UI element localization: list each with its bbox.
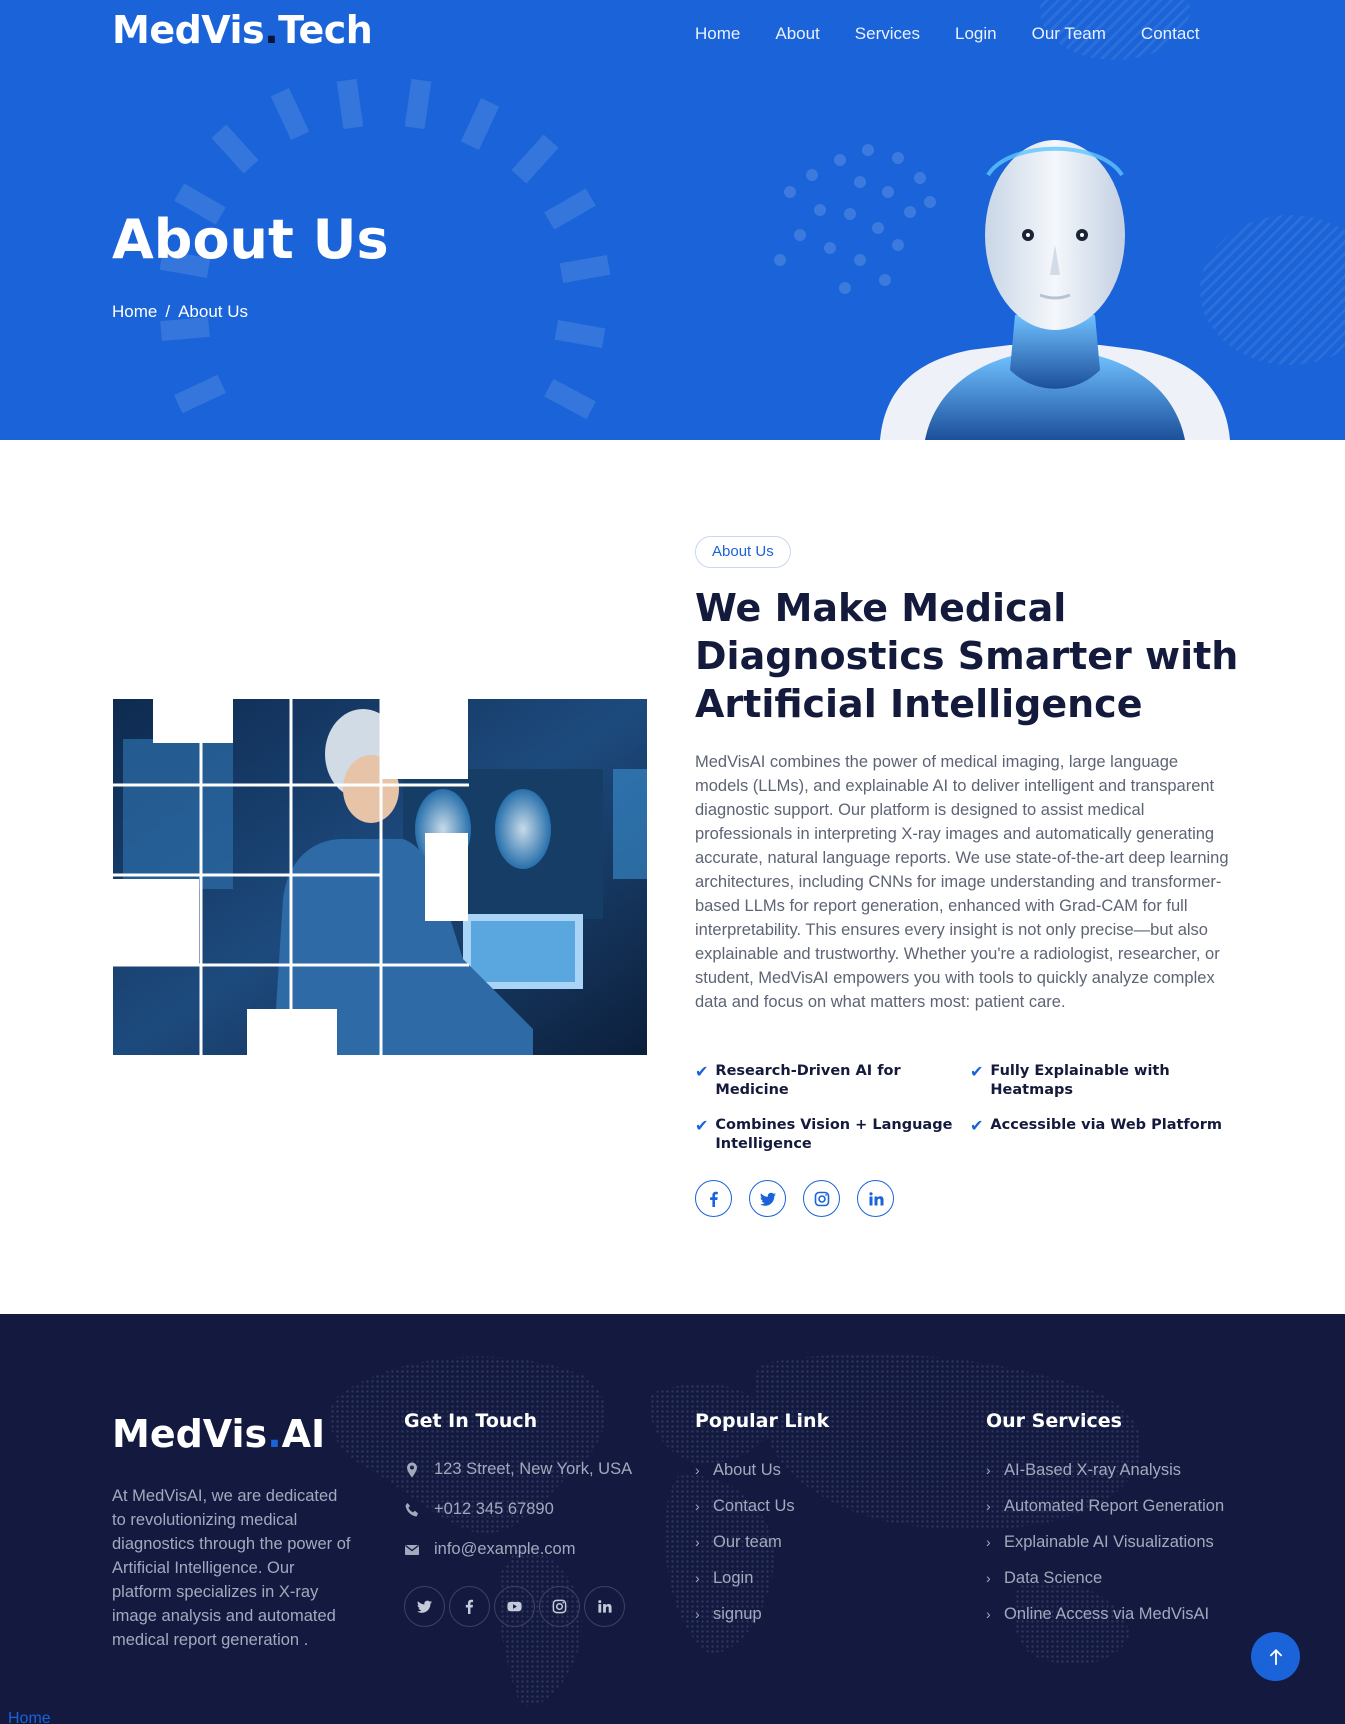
popular-link-list: › About Us › Contact Us › Our team › Login ›… bbox=[695, 1458, 795, 1638]
page-title: About Us bbox=[112, 208, 389, 271]
about-social-links bbox=[695, 1180, 894, 1217]
chevron-right-icon: › bbox=[986, 1498, 991, 1514]
twitter-icon[interactable] bbox=[749, 1180, 786, 1217]
footer-link-login[interactable]: › Login bbox=[695, 1566, 795, 1590]
back-to-top-button[interactable] bbox=[1251, 1632, 1300, 1681]
chevron-right-icon: › bbox=[695, 1570, 700, 1586]
chevron-right-icon: › bbox=[695, 1498, 700, 1514]
breadcrumb-current: About Us bbox=[178, 302, 249, 321]
chevron-right-icon: › bbox=[986, 1606, 991, 1622]
chevron-right-icon: › bbox=[986, 1534, 991, 1550]
contact-address: 123 Street, New York, USA bbox=[404, 1460, 632, 1479]
footer-link-our-team[interactable]: › Our team bbox=[695, 1530, 795, 1554]
section-tag: About Us bbox=[695, 536, 791, 568]
check-icon: ✔ bbox=[970, 1062, 984, 1081]
map-marker-icon bbox=[404, 1462, 420, 1478]
check-icon: ✔ bbox=[695, 1062, 709, 1081]
chevron-right-icon: › bbox=[695, 1606, 700, 1622]
footer-link-about-us[interactable]: › About Us bbox=[695, 1458, 795, 1482]
footer-link-signup[interactable]: › signup bbox=[695, 1602, 795, 1626]
popular-link-title: Popular Link bbox=[695, 1410, 830, 1432]
arrow-up-icon bbox=[1269, 1648, 1282, 1665]
service-link-data-science[interactable]: › Data Science bbox=[986, 1566, 1226, 1590]
chevron-right-icon: › bbox=[695, 1534, 700, 1550]
robot-head-image bbox=[880, 140, 1230, 440]
service-link-online-access[interactable]: › Online Access via MedVisAI bbox=[986, 1602, 1226, 1626]
instagram-icon[interactable] bbox=[803, 1180, 840, 1217]
our-services-title: Our Services bbox=[986, 1410, 1122, 1432]
footer-link-contact-us[interactable]: › Contact Us bbox=[695, 1494, 795, 1518]
doctor-xray-collage-image bbox=[113, 699, 647, 1055]
nav-home[interactable]: Home bbox=[695, 24, 740, 44]
twitter-icon[interactable] bbox=[404, 1586, 445, 1627]
footer-social-links bbox=[404, 1586, 625, 1627]
hero-section: MedVis.Tech Home About Services Login Ou… bbox=[0, 0, 1345, 440]
linkedin-icon[interactable] bbox=[584, 1586, 625, 1627]
nav-login[interactable]: Login bbox=[955, 24, 997, 44]
service-link-explainable-ai[interactable]: › Explainable AI Visualizations bbox=[986, 1530, 1226, 1554]
nav-contact[interactable]: Contact bbox=[1141, 24, 1200, 44]
chevron-right-icon: › bbox=[986, 1570, 991, 1586]
feature-list: ✔ Research-Driven AI for Medicine ✔ Fully … bbox=[695, 1062, 1255, 1154]
chevron-right-icon: › bbox=[986, 1462, 991, 1478]
footer-logo[interactable]: MedVis.AI bbox=[112, 1412, 325, 1456]
breadcrumb: Home / About Us bbox=[112, 302, 248, 322]
feature-item: ✔ Accessible via Web Platform bbox=[970, 1116, 1222, 1135]
main-nav: Home About Services Login Our Team Conta… bbox=[695, 24, 1235, 44]
nav-services[interactable]: Services bbox=[855, 24, 920, 44]
feature-item: ✔ Combines Vision + Language Intelligence bbox=[695, 1116, 953, 1152]
youtube-icon[interactable] bbox=[494, 1586, 535, 1627]
instagram-icon[interactable] bbox=[539, 1586, 580, 1627]
feature-item: ✔ Research-Driven AI for Medicine bbox=[695, 1062, 901, 1098]
footer-description: At MedVisAI, we are dedicated to revolut… bbox=[112, 1487, 351, 1649]
contact-phone[interactable]: +012 345 67890 bbox=[404, 1500, 554, 1519]
phone-icon bbox=[404, 1502, 420, 1518]
envelope-icon bbox=[404, 1542, 420, 1558]
bottom-home-link[interactable]: Home bbox=[8, 1710, 51, 1724]
site-logo[interactable]: MedVis.Tech bbox=[112, 8, 373, 52]
get-in-touch-title: Get In Touch bbox=[404, 1410, 538, 1432]
footer: MedVis.AI At MedVisAI, we are dedicated … bbox=[0, 1314, 1345, 1724]
about-paragraph: MedVisAI combines the power of medical i… bbox=[695, 753, 1229, 1011]
facebook-icon[interactable] bbox=[449, 1586, 490, 1627]
contact-email[interactable]: info@example.com bbox=[404, 1540, 575, 1559]
check-icon: ✔ bbox=[695, 1116, 709, 1135]
nav-about[interactable]: About bbox=[775, 24, 819, 44]
linkedin-icon[interactable] bbox=[857, 1180, 894, 1217]
breadcrumb-home[interactable]: Home bbox=[112, 302, 157, 321]
check-icon: ✔ bbox=[970, 1116, 984, 1135]
section-heading: We Make Medical Diagnostics Smarter with… bbox=[695, 586, 1239, 726]
feature-item: ✔ Fully Explainable with Heatmaps bbox=[970, 1062, 1170, 1098]
facebook-icon[interactable] bbox=[695, 1180, 732, 1217]
our-services-list: › AI-Based X-ray Analysis › Automated Repo… bbox=[986, 1458, 1226, 1638]
service-link-report-generation[interactable]: › Automated Report Generation bbox=[986, 1494, 1226, 1518]
chevron-right-icon: › bbox=[695, 1462, 700, 1478]
breadcrumb-separator: / bbox=[165, 302, 171, 321]
nav-our-team[interactable]: Our Team bbox=[1032, 24, 1106, 44]
service-link-xray-analysis[interactable]: › AI-Based X-ray Analysis bbox=[986, 1458, 1226, 1482]
